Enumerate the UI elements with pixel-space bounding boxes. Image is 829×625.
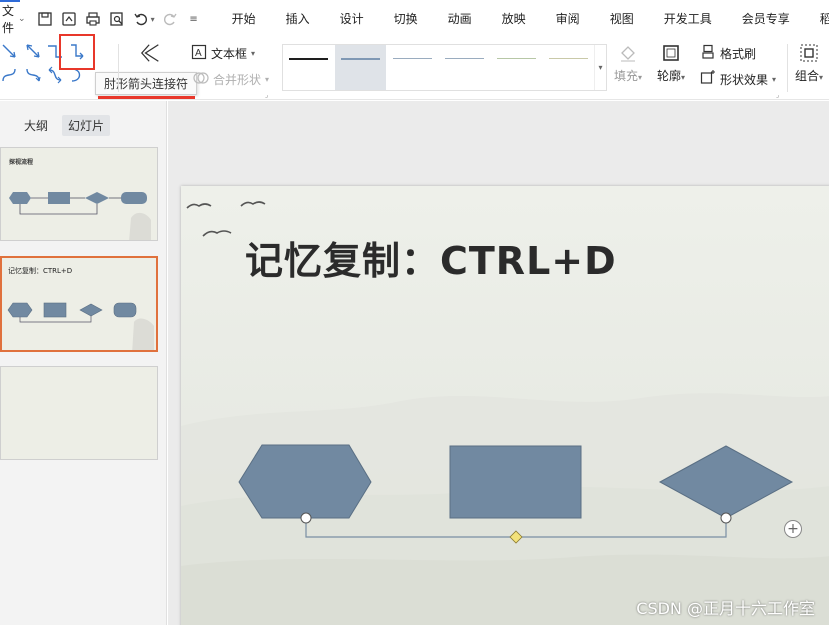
textbox-label: 文本框 [211,47,248,61]
chevron-down-icon: ▾ [251,49,256,58]
connector-start-handle[interactable] [300,512,312,524]
double-arrow-connector-icon[interactable] [24,42,42,60]
style-option[interactable] [439,45,490,90]
outline-label: 轮廓▾ [657,69,686,83]
format-painter-label: 格式刷 [720,47,757,61]
group-label: 组合▾ [795,69,824,83]
fill-bucket-icon [617,42,639,64]
slide-thumbnail[interactable]: 探视流程 [0,147,158,241]
dialog-launcher-icon[interactable]: ⌟ [776,91,779,99]
slide-thumbnail-diagram [9,192,151,240]
menu-bar: 文件 ⌄ ▾ ≡ 开始 插入 设计 切换 动画 放映 审阅 视图 开发工具 会员… [0,0,829,38]
diamond-shape[interactable] [658,445,794,519]
tab-review[interactable]: 审阅 [541,0,595,38]
textbox-icon: A [191,44,207,63]
rectangle-shape[interactable] [449,445,582,519]
tab-slideshow[interactable]: 放映 [487,0,541,38]
edit-shape-icon [140,42,162,64]
group-button[interactable]: 组合▾ [795,42,823,84]
undo-icon[interactable] [132,10,150,28]
style-option[interactable] [283,45,334,90]
style-option[interactable] [543,45,594,90]
fill-button[interactable]: 填充▾ [614,42,642,84]
chevron-down-icon: ▾ [265,75,270,84]
slide-canvas[interactable]: 记忆复制：CTRL+D + [181,186,829,625]
print-preview-icon[interactable] [108,10,126,28]
flow-diagram [238,444,794,544]
save-icon[interactable] [36,10,54,28]
tab-outline[interactable]: 大纲 [18,115,54,136]
connector-adjust-handle[interactable] [509,530,523,544]
slide-editor: 记忆复制：CTRL+D + CSDN @正月十六工作室 [168,101,829,625]
ribbon-tabs: 开始 插入 设计 切换 动画 放映 审阅 视图 开发工具 会员专享 稻壳资 [217,0,829,38]
tab-transition[interactable]: 切换 [379,0,433,38]
chevron-down-icon: ⌄ [18,14,26,24]
style-option[interactable] [491,45,542,90]
tab-view[interactable]: 视图 [595,0,649,38]
redo-icon[interactable] [161,10,179,28]
print-icon[interactable] [84,10,102,28]
shape-effect-icon [700,70,716,89]
customize-toolbar-icon[interactable]: ≡ [185,10,203,28]
fill-label: 填充▾ [614,69,643,83]
quick-access-toolbar: ▾ ≡ [36,10,203,28]
outline-icon [660,42,682,64]
style-option[interactable] [387,45,438,90]
format-painter-icon [700,44,716,63]
add-icon[interactable]: + [784,520,802,538]
merge-shape-label: 合并形状 [213,73,262,87]
tab-home[interactable]: 开始 [217,0,271,38]
edit-shape-button[interactable] [140,42,162,64]
shape-effect-button[interactable]: 形状效果 ▾ [700,70,776,89]
highlight-box [59,34,95,70]
watermark: CSDN @正月十六工作室 [636,599,815,618]
chevron-down-icon: ▾ [772,75,777,84]
tab-developer[interactable]: 开发工具 [649,0,727,38]
gallery-scroll-button[interactable]: ▾ [594,45,606,90]
connector-gallery [0,34,100,96]
shape-style-gallery: ▾ [282,44,607,91]
connector-end-handle[interactable] [720,512,732,524]
outline-button[interactable]: 轮廓▾ [657,42,685,84]
shape-effect-label: 形状效果 [720,73,769,87]
tab-member[interactable]: 会员专享 [727,0,805,38]
tab-insert[interactable]: 插入 [271,0,325,38]
tooltip: 肘形箭头连接符 [95,72,198,95]
curved-arrow-connector-icon[interactable] [24,66,42,84]
active-indicator [0,0,20,2]
panel-tabs: 大纲 幻灯片 [18,115,111,136]
tab-animation[interactable]: 动画 [433,0,487,38]
format-painter-button[interactable]: 格式刷 [700,44,756,63]
dialog-launcher-icon[interactable]: ⌟ [265,91,268,99]
svg-text:A: A [195,48,202,59]
tab-design[interactable]: 设计 [325,0,379,38]
slide-thumbnail-selected[interactable]: 记忆复制：CTRL+D [0,256,158,352]
tab-slides[interactable]: 幻灯片 [62,115,111,136]
slide-panel: 大纲 幻灯片 探视流程 记忆复制：CTRL+D [0,101,167,625]
export-pdf-icon[interactable] [60,10,78,28]
merge-shape-button[interactable]: 合并形状 ▾ [193,70,269,89]
merge-shape-icon [193,70,209,89]
undo-dropdown-icon[interactable]: ▾ [151,15,155,24]
tooltip-underline [98,96,195,99]
file-menu-label: 文件 [2,4,15,35]
straight-arrow-connector-icon[interactable] [0,42,18,60]
curved-connector-icon[interactable] [0,66,18,84]
ribbon: 肘形箭头连接符 A 文本框 ▾ 合并形状 ▾ ⌟ ▾ 填充▾ 轮廓▾ 格式刷 形… [0,34,829,100]
style-option-selected[interactable] [335,45,386,90]
slide-thumbnail-blank[interactable] [0,366,158,460]
hexagon-shape[interactable] [238,444,372,519]
ribbon-divider [787,44,788,92]
ribbon-divider [118,44,119,92]
slide-thumbnail-diagram [7,302,154,350]
group-icon [798,42,820,64]
tab-docer[interactable]: 稻壳资 [805,0,829,38]
file-menu[interactable]: 文件 ⌄ [0,0,26,38]
textbox-button[interactable]: A 文本框 ▾ [191,44,255,63]
